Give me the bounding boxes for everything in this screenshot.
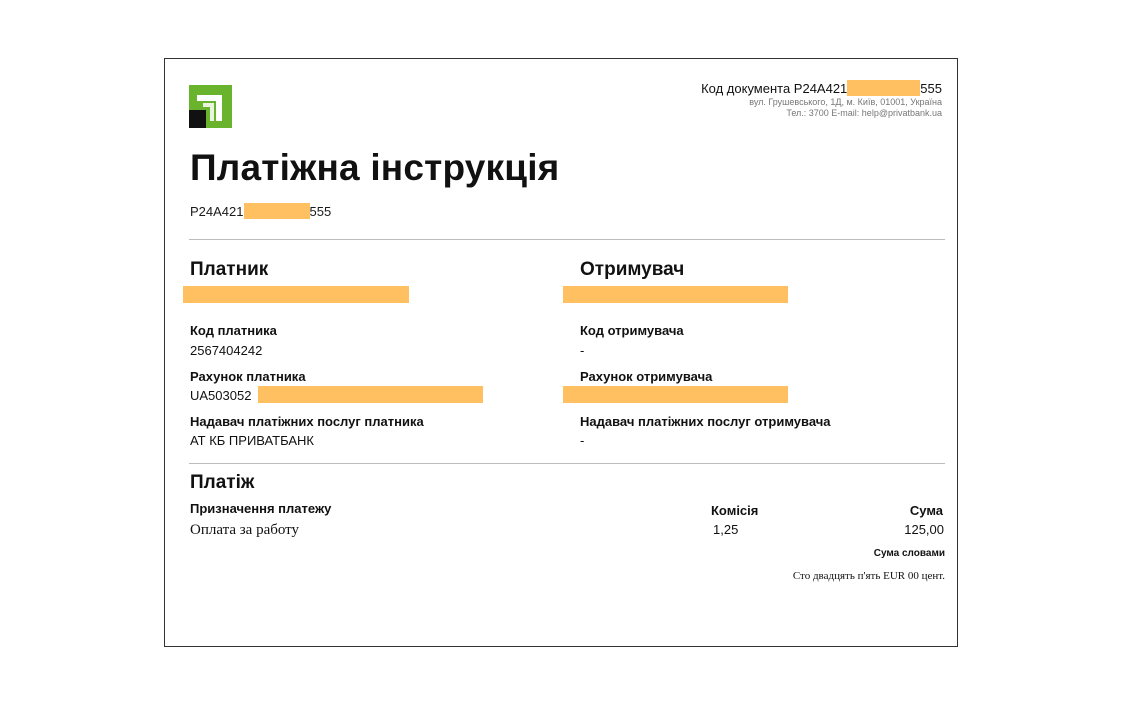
recipient-code-label: Код отримувача xyxy=(580,323,684,338)
page-title: Платіжна інструкція xyxy=(190,147,560,188)
payer-account-redaction xyxy=(258,386,483,403)
payment-instruction-document: Код документа P24A421 555 вул. Грушевсько… xyxy=(164,58,958,647)
amount-words-label: Сума словами xyxy=(873,548,945,559)
recipient-name-redaction xyxy=(563,286,788,303)
divider xyxy=(189,239,945,240)
payer-name-redaction xyxy=(183,286,409,303)
recipient-account-redaction xyxy=(563,386,788,403)
bank-contacts: Тел.: 3700 E-mail: help@privatbank.ua xyxy=(786,108,942,118)
redaction xyxy=(243,203,310,219)
commission-value: 1,25 xyxy=(713,522,739,537)
payer-code-label: Код платника xyxy=(190,323,277,338)
payment-purpose-label: Призначення платежу xyxy=(190,501,332,516)
redaction xyxy=(847,80,921,96)
payer-code-value: 2567404242 xyxy=(190,343,263,358)
amount-value: 125,00 xyxy=(904,522,944,537)
payer-account-value: UA503052 xyxy=(190,388,252,403)
divider xyxy=(189,463,945,464)
recipient-code-value: - xyxy=(580,343,585,358)
amount-label: Сума xyxy=(909,503,943,518)
recipient-heading: Отримувач xyxy=(580,259,685,280)
amount-words-value: Сто двадцять п'ять EUR 00 цент. xyxy=(792,570,945,582)
document-code: Код документа P24A421 555 xyxy=(701,80,942,96)
privatbank-logo-icon xyxy=(189,85,232,128)
payment-heading: Платіж xyxy=(190,472,255,493)
bank-address: вул. Грушевського, 1Д, м. Київ, 01001, У… xyxy=(749,97,942,107)
payer-provider-value: АТ КБ ПРИВАТБАНК xyxy=(190,433,314,448)
payer-account-label: Рахунок платника xyxy=(190,369,306,384)
recipient-provider-value: - xyxy=(580,433,585,448)
payment-purpose-value: Оплата за работу xyxy=(190,522,300,538)
payer-heading: Платник xyxy=(190,259,269,280)
payer-provider-label: Надавач платіжних послуг платника xyxy=(190,414,424,429)
commission-label: Комісія xyxy=(711,503,759,518)
recipient-provider-label: Надавач платіжних послуг отримувача xyxy=(580,414,831,429)
document-number: P24A421 555 xyxy=(190,203,332,219)
recipient-account-label: Рахунок отримувача xyxy=(580,369,713,384)
